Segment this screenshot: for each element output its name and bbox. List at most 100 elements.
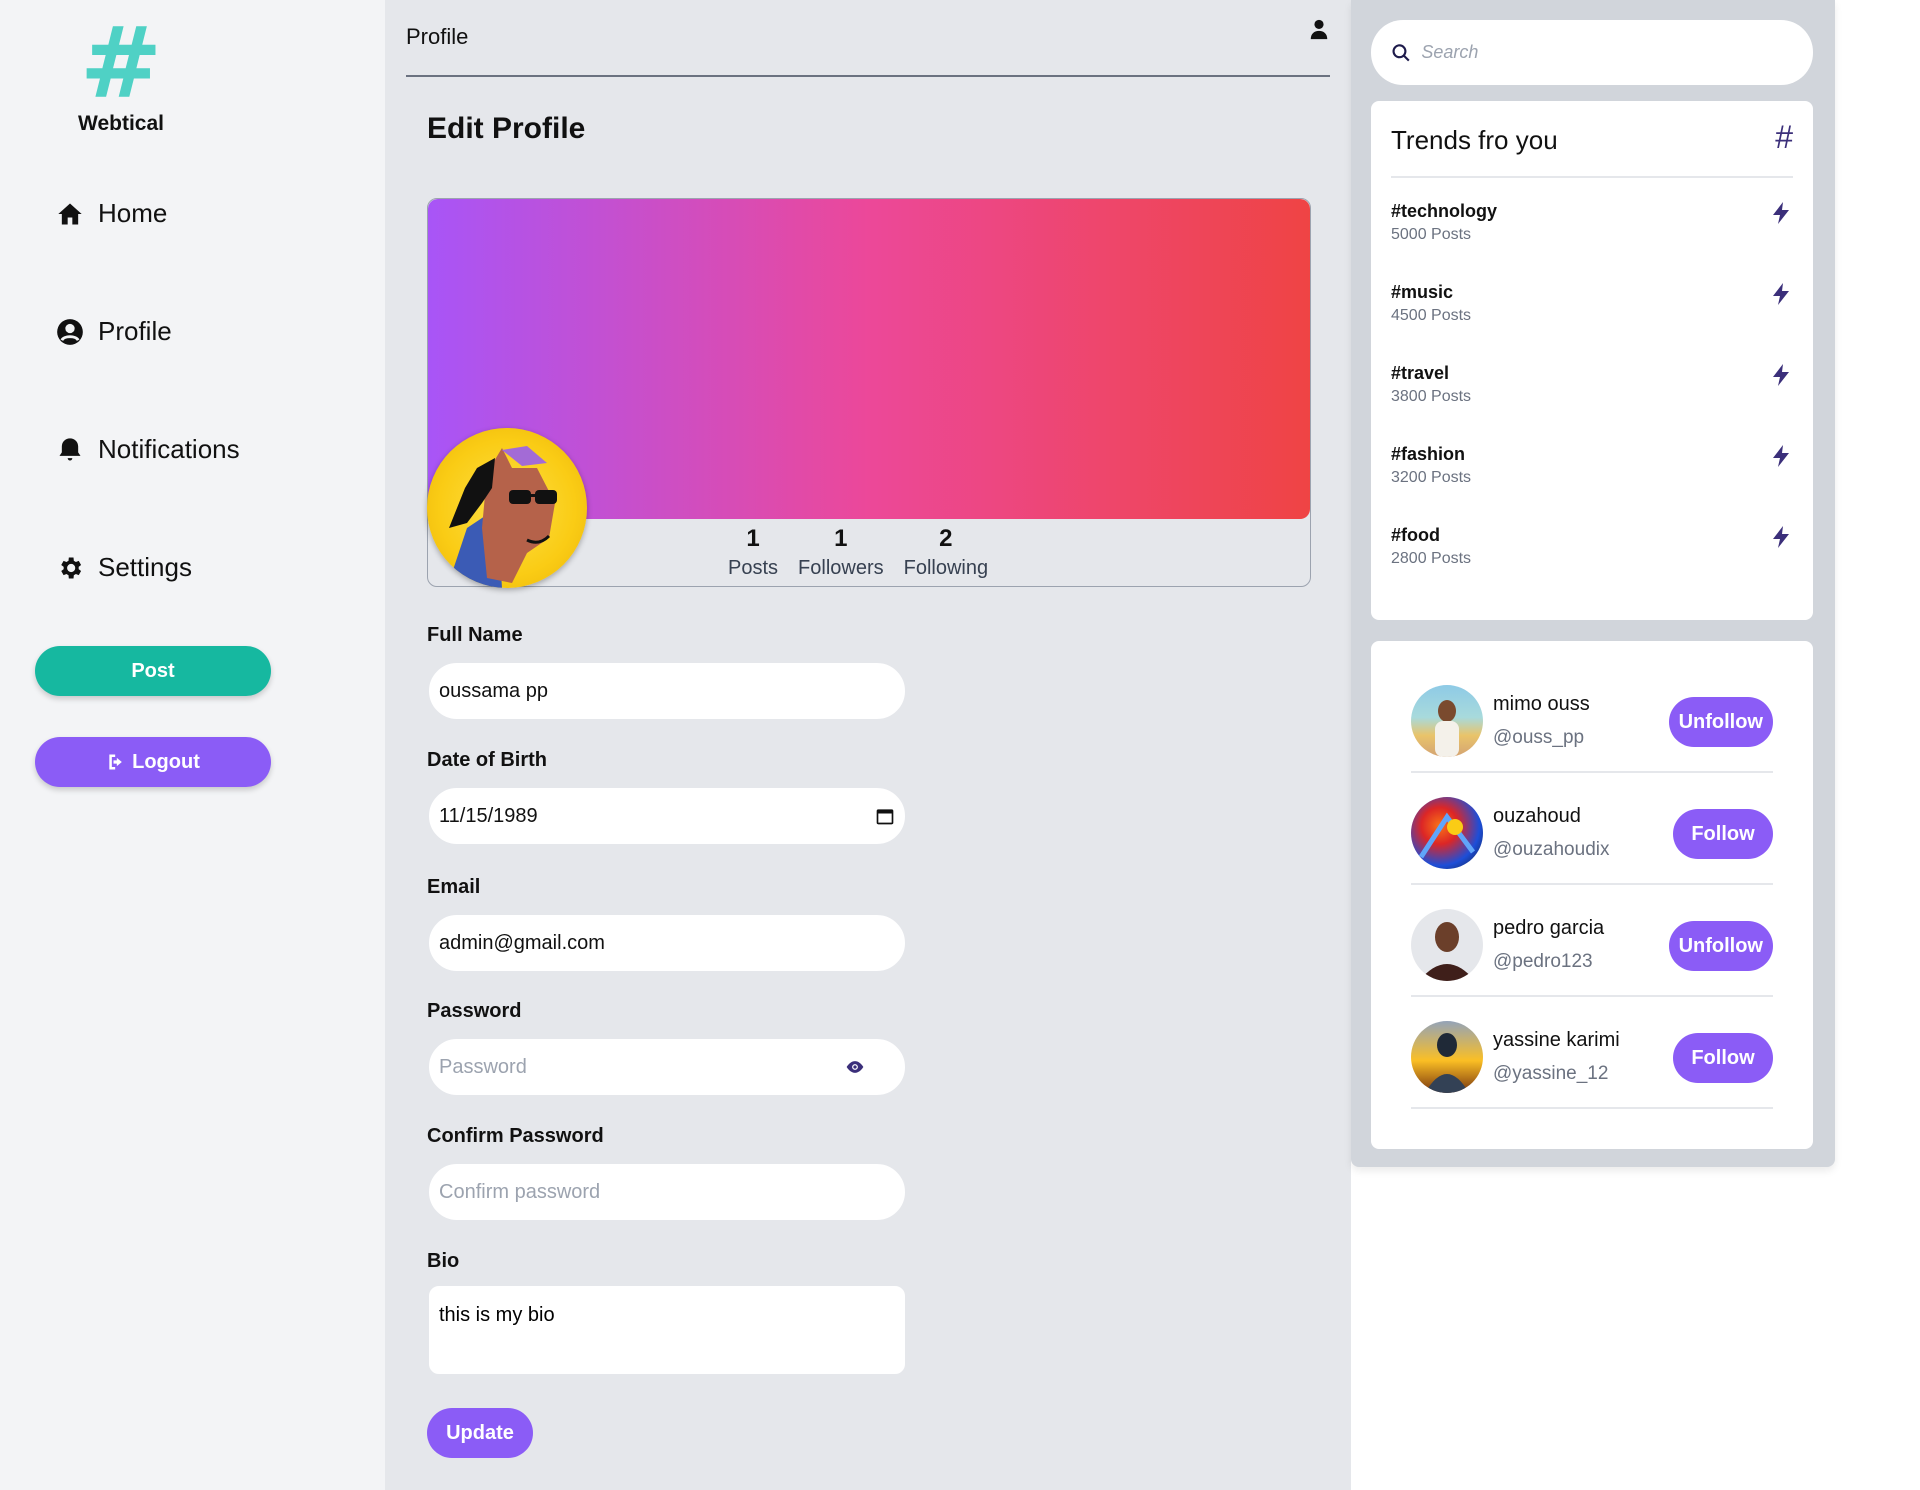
follow-suggestion: pedro garcia @pedro123 Unfollow — [1411, 885, 1773, 997]
trend-item[interactable]: #travel 3800 Posts — [1391, 363, 1793, 433]
bell-icon — [59, 437, 81, 460]
horse-avatar-image — [447, 446, 557, 588]
email-input[interactable] — [439, 931, 895, 955]
logout-button[interactable]: Logout — [35, 737, 271, 787]
dob-input[interactable] — [439, 804, 875, 828]
trend-count: 5000 Posts — [1391, 226, 1472, 243]
bio-label: Bio — [427, 1250, 460, 1272]
trend-count: 2800 Posts — [1391, 550, 1472, 567]
trends-card: Trends fro you # #technology 5000 Posts … — [1371, 101, 1813, 620]
hashtag-logo-icon: # — [79, 7, 163, 121]
trend-count: 3800 Posts — [1391, 388, 1472, 405]
gear-icon — [61, 557, 82, 578]
trend-tag: #food — [1391, 525, 1440, 545]
stat-value: 1 — [834, 525, 848, 552]
email-label: Email — [427, 876, 481, 898]
stat-value: 2 — [939, 525, 953, 552]
suggestion-name[interactable]: mimo ouss — [1493, 693, 1590, 716]
bolt-icon — [1773, 526, 1789, 548]
full-name-label: Full Name — [427, 624, 523, 646]
unfollow-button[interactable]: Unfollow — [1668, 697, 1773, 747]
trend-item[interactable]: #fashion 3200 Posts — [1391, 444, 1793, 514]
follow-button[interactable]: Follow — [1673, 809, 1773, 859]
user-icon[interactable] — [1308, 18, 1330, 40]
page-title: Profile — [406, 24, 469, 49]
search-input[interactable] — [1421, 42, 1793, 63]
profile-stats: 1 Posts 1 Followers 2 Following — [728, 525, 988, 580]
avatar[interactable] — [1411, 1021, 1483, 1093]
sidebar-item-label: Home — [98, 198, 168, 228]
stat-following[interactable]: 2 Following — [904, 525, 988, 580]
logout-label: Logout — [132, 750, 200, 773]
who-to-follow-card: mimo ouss @ouss_pp Unfollow ouzahoud @ou… — [1371, 641, 1813, 1149]
trends-title: Trends fro you — [1391, 125, 1558, 155]
trend-tag: #technology — [1391, 201, 1498, 221]
trend-tag: #travel — [1391, 363, 1450, 383]
profile-card: 1 Posts 1 Followers 2 Following — [427, 198, 1311, 588]
password-field[interactable] — [427, 1037, 907, 1097]
password-label: Password — [427, 1000, 522, 1022]
logo[interactable]: # Webtical — [66, 7, 176, 136]
bio-textarea[interactable]: this is my bio — [427, 1284, 907, 1376]
suggestion-handle: @ouss_pp — [1493, 727, 1585, 748]
edit-profile-heading: Edit Profile — [427, 112, 586, 145]
sidebar-item-label: Profile — [98, 316, 172, 346]
trend-item[interactable]: #food 2800 Posts — [1391, 525, 1793, 595]
trend-item[interactable]: #technology 5000 Posts — [1391, 201, 1793, 271]
suggestion-name[interactable]: yassine karimi — [1493, 1029, 1620, 1052]
sidebar-item-settings[interactable]: Settings — [56, 552, 192, 583]
trend-count: 3200 Posts — [1391, 469, 1472, 486]
confirm-password-field[interactable] — [427, 1162, 907, 1222]
brand-name: Webtical — [78, 112, 164, 135]
stat-followers[interactable]: 1 Followers — [798, 525, 884, 580]
suggestion-handle: @yassine_12 — [1493, 1063, 1609, 1084]
email-field[interactable] — [427, 913, 907, 973]
stat-label: Following — [903, 557, 989, 579]
person-photo-image — [1435, 700, 1459, 757]
person-photo-image — [1419, 922, 1475, 981]
sidebar-item-home[interactable]: Home — [56, 198, 167, 229]
unfollow-button[interactable]: Unfollow — [1668, 921, 1773, 971]
full-name-input[interactable] — [439, 679, 895, 703]
suggestion-name[interactable]: pedro garcia — [1493, 917, 1604, 940]
avatar[interactable] — [1411, 797, 1483, 869]
abstract-avatar-image — [1418, 812, 1476, 859]
follow-suggestion: yassine karimi @yassine_12 Follow — [1411, 997, 1773, 1109]
update-button[interactable]: Update — [427, 1408, 533, 1458]
sidebar: # Webtical Home Profile Notifications Se… — [0, 0, 385, 1490]
post-button[interactable]: Post — [35, 646, 271, 696]
dob-field[interactable] — [427, 786, 907, 846]
suggestion-name[interactable]: ouzahoud — [1493, 805, 1581, 828]
bolt-icon — [1773, 364, 1789, 386]
suggestion-handle: @pedro123 — [1493, 951, 1593, 972]
avatar[interactable] — [1411, 685, 1483, 757]
trend-tag: #fashion — [1391, 444, 1466, 464]
avatar[interactable] — [1411, 909, 1483, 981]
home-icon — [58, 203, 82, 224]
sidebar-item-label: Notifications — [98, 434, 240, 464]
calendar-icon[interactable] — [875, 806, 895, 826]
stat-label: Posts — [728, 557, 779, 579]
confirm-password-input[interactable] — [439, 1180, 895, 1204]
hashtag-icon: # — [1775, 119, 1793, 155]
sidebar-item-profile[interactable]: Profile — [56, 316, 172, 347]
main-content: Profile Edit Profile 1 Posts 1 Followers… — [385, 0, 1351, 1490]
eye-icon[interactable] — [845, 1057, 865, 1077]
stat-posts[interactable]: 1 Posts — [728, 525, 778, 580]
avatar[interactable] — [427, 428, 587, 588]
follow-suggestion: ouzahoud @ouzahoudix Follow — [1411, 773, 1773, 885]
password-input[interactable] — [439, 1055, 845, 1079]
dob-label: Date of Birth — [427, 749, 547, 771]
follow-button[interactable]: Follow — [1673, 1033, 1773, 1083]
sidebar-item-notifications[interactable]: Notifications — [56, 434, 240, 465]
search-icon — [1392, 43, 1410, 61]
search-bar[interactable] — [1371, 20, 1813, 85]
trend-tag: #music — [1391, 282, 1454, 302]
right-panel: Trends fro you # #technology 5000 Posts … — [1351, 0, 1835, 1167]
stat-label: Followers — [798, 557, 884, 579]
top-bar: Profile — [406, 0, 1330, 77]
trend-count: 4500 Posts — [1391, 307, 1472, 324]
full-name-field[interactable] — [427, 661, 907, 721]
sign-out-icon — [109, 754, 122, 770]
trend-item[interactable]: #music 4500 Posts — [1391, 282, 1793, 352]
